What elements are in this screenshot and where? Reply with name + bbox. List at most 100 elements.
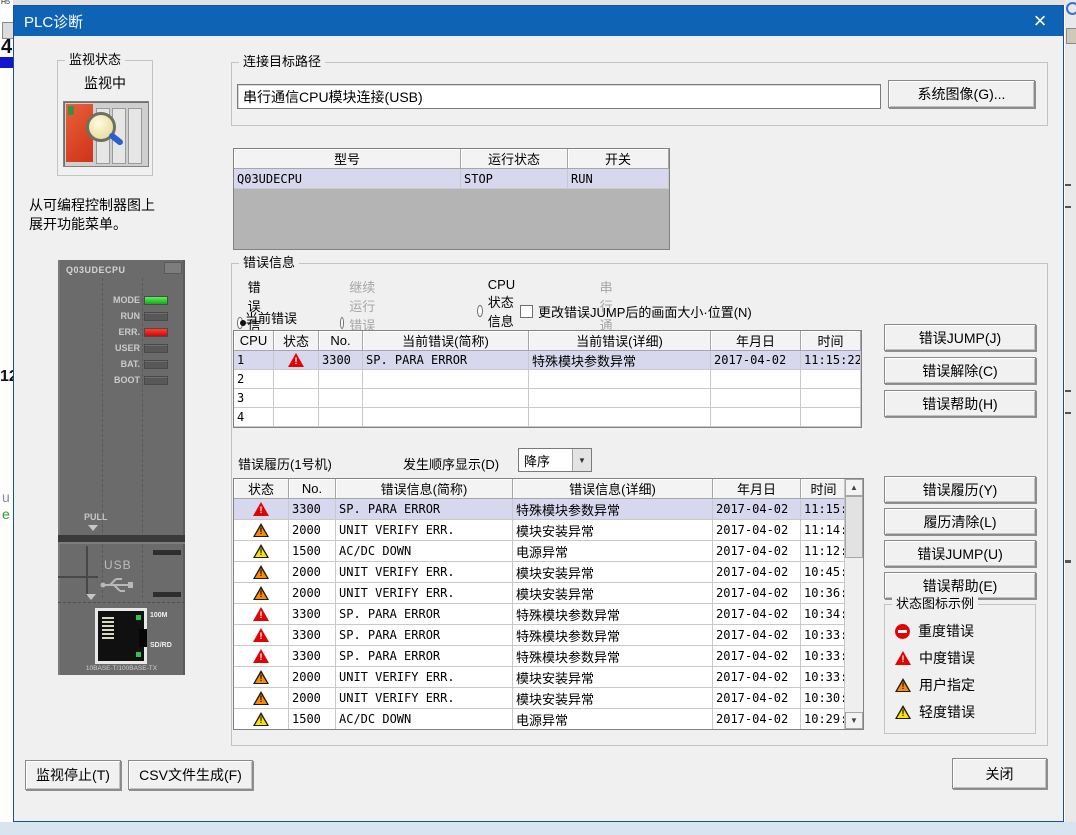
current-error-row[interactable]: 3: [234, 389, 861, 408]
led-label: USER: [58, 343, 140, 353]
error-jump-button[interactable]: 错误JUMP(J): [884, 324, 1036, 351]
history-row[interactable]: !2000UNIT VERIFY ERR.模块安装异常2017-04-0211:…: [234, 520, 863, 541]
cell-name: SP. PARA ERROR: [336, 604, 513, 625]
error-history-rows: !3300SP. PARA ERROR特殊模块参数异常2017-04-0211:…: [234, 499, 863, 730]
cell-run-state: STOP: [461, 169, 568, 189]
scrollbar-up-button[interactable]: ▲: [845, 479, 863, 496]
history-error-help-button-label: 错误帮助(E): [923, 576, 998, 596]
history-clear-button[interactable]: 履历清除(L): [884, 508, 1036, 535]
cell-time: [801, 408, 861, 427]
cell-date: 2017-04-02: [713, 562, 801, 583]
sort-order-dropdown[interactable]: 降序 ▼: [518, 448, 592, 472]
history-row[interactable]: !2000UNIT VERIFY ERR.模块安装异常2017-04-0210:…: [234, 688, 863, 709]
error-info-group-title: 错误信息: [239, 256, 299, 270]
led-row: BOOT: [58, 372, 185, 388]
current-error-row[interactable]: 1!3300SP. PARA ERROR特殊模块参数异常2017-04-0211…: [234, 351, 861, 370]
plc-cover-line: [58, 576, 98, 578]
connection-path-field[interactable]: 串行通信CPU模块连接(USB): [237, 84, 881, 109]
cell-name: UNIT VERIFY ERR.: [336, 520, 513, 541]
history-error-jump-button[interactable]: 错误JUMP(U): [884, 540, 1036, 567]
user-error-icon: !: [253, 523, 269, 537]
background-text-fragment: H5: [1, 0, 10, 6]
history-row[interactable]: !1500AC/DC DOWN电源异常2017-04-0211:12:26: [234, 541, 863, 562]
plc-cover-edge: [58, 542, 185, 544]
history-column-header[interactable]: 错误信息(简称): [336, 479, 513, 499]
current-error-row[interactable]: 4: [234, 408, 861, 427]
cell-no: 3300: [289, 499, 336, 520]
history-row[interactable]: !2000UNIT VERIFY ERR.模块安装异常2017-04-0210:…: [234, 583, 863, 604]
legend-item-label: 用户指定: [919, 675, 975, 695]
error-help-button[interactable]: 错误帮助(H): [884, 390, 1036, 417]
connection-path-value: 串行通信CPU模块连接(USB): [243, 87, 423, 107]
monitor-status-image: [63, 101, 149, 167]
system-image-button[interactable]: 系统图像(G)...: [888, 80, 1035, 108]
cell-time: [801, 389, 861, 408]
cell-time: 10:34:05: [801, 604, 847, 625]
model-column-header[interactable]: 型号: [234, 149, 461, 169]
cell-name: SP. PARA ERROR: [336, 499, 513, 520]
history-column-header[interactable]: 状态: [234, 479, 289, 499]
severe-error-icon: [895, 624, 910, 639]
jump-resize-checkbox[interactable]: 更改错误JUMP后的画面大小·位置(N): [520, 302, 752, 321]
user-error-icon: !: [253, 670, 269, 684]
scrollbar-down-button[interactable]: ▼: [845, 712, 863, 729]
history-column-header[interactable]: 错误信息(详细): [513, 479, 713, 499]
cell-no: 2000: [289, 667, 336, 688]
cell-date: 2017-04-02: [713, 688, 801, 709]
current-errors-column-header[interactable]: 当前错误(详细): [529, 331, 711, 351]
dropdown-arrow-button[interactable]: ▼: [572, 449, 591, 471]
background-tick: [1065, 412, 1071, 414]
history-row[interactable]: !3300SP. PARA ERROR特殊模块参数异常2017-04-0210:…: [234, 646, 863, 667]
history-scrollbar[interactable]: ▲ ▼: [844, 479, 863, 729]
history-row[interactable]: !3300SP. PARA ERROR特殊模块参数异常2017-04-0210:…: [234, 604, 863, 625]
model-table-row[interactable]: Q03UDECPUSTOPRUN: [234, 169, 669, 189]
history-error-help-button[interactable]: 错误帮助(E): [884, 572, 1036, 599]
current-errors-column-header[interactable]: CPU: [234, 331, 274, 351]
current-errors-column-header[interactable]: 时间: [801, 331, 861, 351]
cell-detail: 模块安装异常: [513, 562, 713, 583]
medium-error-icon: !: [288, 353, 304, 367]
close-icon: ×: [1034, 10, 1047, 32]
history-row[interactable]: !1500AC/DC DOWN电源异常2017-04-0210:29:30: [234, 709, 863, 730]
current-error-row[interactable]: 2: [234, 370, 861, 389]
monitor-stop-button[interactable]: 监视停止(T): [25, 760, 121, 790]
close-button[interactable]: ×: [1023, 6, 1057, 36]
error-history-button[interactable]: 错误履历(Y): [884, 476, 1036, 503]
current-errors-column-header[interactable]: 当前错误(简称): [363, 331, 529, 351]
cell-name: SP. PARA ERROR: [363, 351, 529, 370]
cell-detail: 特殊模块参数异常: [513, 646, 713, 667]
history-row[interactable]: !3300SP. PARA ERROR特殊模块参数异常2017-04-0211:…: [234, 499, 863, 520]
history-row[interactable]: !2000UNIT VERIFY ERR.模块安装异常2017-04-0210:…: [234, 667, 863, 688]
history-column-header[interactable]: 年月日: [713, 479, 801, 499]
model-table: 型号运行状态开关 Q03UDECPUSTOPRUN: [233, 148, 670, 250]
error-clear-button[interactable]: 错误解除(C): [884, 357, 1036, 384]
led-row: RUN: [58, 308, 185, 324]
close-dialog-button[interactable]: 关闭: [952, 758, 1047, 789]
model-column-header[interactable]: 开关: [568, 149, 669, 169]
cell-detail: 模块安装异常: [513, 583, 713, 604]
plc-module-image[interactable]: Q03UDECPU MODERUNERR.USERBAT.BOOT PULL U…: [58, 260, 185, 675]
history-row[interactable]: !3300SP. PARA ERROR特殊模块参数异常2017-04-0210:…: [234, 625, 863, 646]
current-errors-column-header[interactable]: 年月日: [711, 331, 801, 351]
model-column-header[interactable]: 运行状态: [461, 149, 568, 169]
plc-cover-line: [86, 546, 88, 596]
led-label: RUN: [58, 311, 140, 321]
plc-diagnostics-dialog: PLC诊断 × 监视状态 监视中 从可编程控制器图上: [13, 5, 1064, 822]
current-errors-column-header[interactable]: 状态: [274, 331, 319, 351]
cell-detail: 特殊模块参数异常: [513, 604, 713, 625]
cell-status: !: [234, 709, 289, 730]
port-pin: [102, 633, 114, 635]
current-errors-column-header[interactable]: No.: [319, 331, 363, 351]
cell-date: [711, 389, 801, 408]
history-column-header[interactable]: No.: [289, 479, 336, 499]
history-column-header[interactable]: 时间: [801, 479, 847, 499]
led-label: ERR.: [58, 327, 140, 337]
history-row[interactable]: !2000UNIT VERIFY ERR.模块安装异常2017-04-0210:…: [234, 562, 863, 583]
cell-cpu: 2: [234, 370, 274, 389]
scrollbar-thumb[interactable]: [845, 496, 863, 558]
dialog-titlebar[interactable]: PLC诊断 ×: [14, 6, 1063, 36]
csv-generate-button[interactable]: CSV文件生成(F): [128, 760, 253, 790]
cell-status: [274, 370, 319, 389]
medium-error-icon: !: [895, 651, 911, 665]
cell-time: 11:15:22: [801, 499, 847, 520]
